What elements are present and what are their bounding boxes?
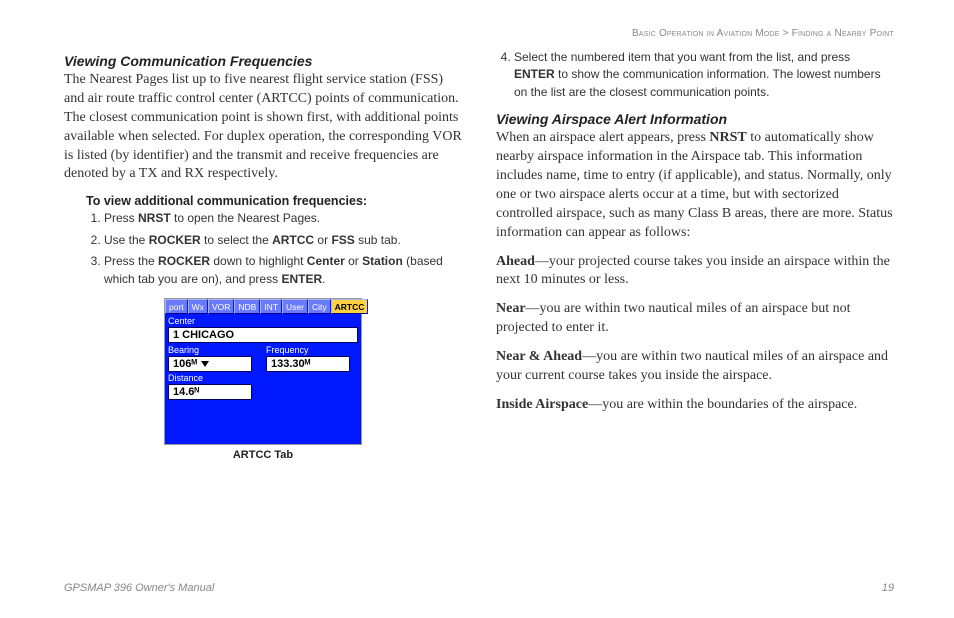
heading-comm-freq: Viewing Communication Frequencies (64, 53, 462, 69)
breadcrumb-section: Basic Operation in Aviation Mode (632, 28, 780, 39)
tab-port: port (165, 299, 188, 314)
status-near: Near—you are within two nautical miles o… (496, 300, 894, 338)
label-distance: Distance (168, 373, 358, 383)
breadcrumb-sub: Finding a Nearby Point (792, 28, 894, 39)
figure-caption: ARTCC Tab (64, 449, 462, 461)
artcc-screenshot: port Wx VOR NDB INT User City ARTCC Cent… (164, 298, 362, 445)
steps-list: Press NRST to open the Nearest Pages. Us… (86, 210, 462, 288)
right-column: Select the numbered item that you want f… (496, 49, 894, 461)
tab-vor: VOR (208, 299, 234, 314)
bearing-arrow-icon (201, 361, 209, 367)
field-frequency: 133.30ᴹ (266, 356, 350, 372)
tab-wx: Wx (188, 299, 208, 314)
label-center: Center (168, 316, 358, 326)
label-frequency: Frequency (266, 345, 358, 355)
status-near-ahead: Near & Ahead—you are within two nautical… (496, 348, 894, 386)
field-center: 1 CHICAGO (168, 327, 358, 343)
tab-ndb: NDB (234, 299, 260, 314)
tab-int: INT (260, 299, 282, 314)
status-list: Ahead—your projected course takes you in… (496, 253, 894, 415)
page-footer: GPSMAP 396 Owner's Manual 19 (64, 582, 894, 594)
footer-page-number: 19 (882, 582, 894, 594)
step-4: Select the numbered item that you want f… (514, 49, 894, 101)
status-ahead: Ahead—your projected course takes you in… (496, 253, 894, 291)
footer-title: GPSMAP 396 Owner's Manual (64, 582, 214, 594)
left-column: Viewing Communication Frequencies The Ne… (64, 49, 462, 461)
breadcrumb-sep: > (783, 28, 789, 39)
tab-user: User (282, 299, 308, 314)
subhead-steps: To view additional communication frequen… (86, 194, 462, 208)
step-1: Press NRST to open the Nearest Pages. (104, 210, 462, 227)
tab-artcc: ARTCC (331, 299, 369, 314)
heading-airspace: Viewing Airspace Alert Information (496, 111, 894, 127)
status-inside: Inside Airspace—you are within the bound… (496, 396, 894, 415)
para-comm-freq: The Nearest Pages list up to five neares… (64, 71, 462, 184)
breadcrumb: Basic Operation in Aviation Mode > Findi… (64, 28, 894, 39)
steps-list-cont: Select the numbered item that you want f… (496, 49, 894, 101)
step-3: Press the ROCKER down to highlight Cente… (104, 253, 462, 288)
step-2: Use the ROCKER to select the ARTCC or FS… (104, 232, 462, 249)
screenshot-tabs: port Wx VOR NDB INT User City ARTCC (165, 299, 361, 314)
field-distance: 14.6ᴺ (168, 384, 252, 400)
tab-city: City (308, 299, 331, 314)
para-airspace: When an airspace alert appears, press NR… (496, 129, 894, 242)
label-bearing: Bearing (168, 345, 260, 355)
field-bearing: 106ᴹ (168, 356, 252, 372)
